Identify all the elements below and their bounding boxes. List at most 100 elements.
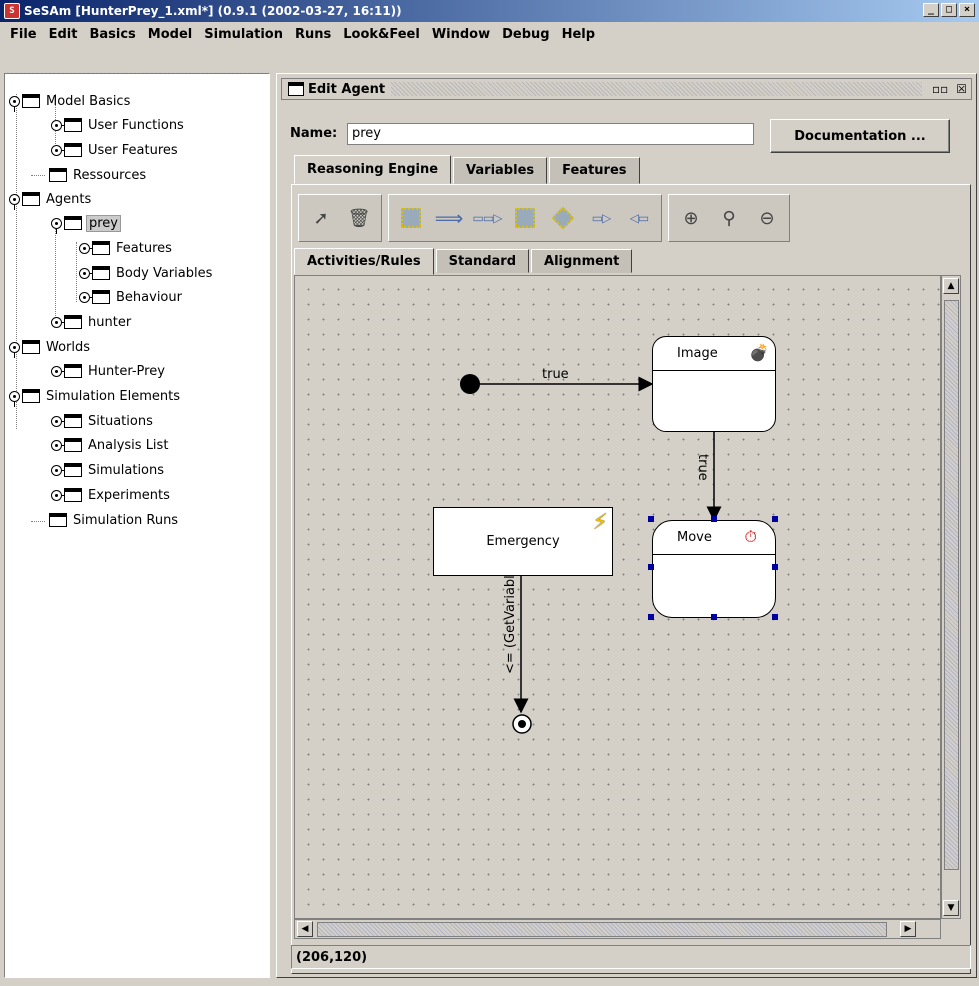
vertical-scroll-thumb[interactable] — [944, 300, 959, 870]
expand-knob-icon[interactable] — [51, 464, 67, 476]
expand-knob-icon[interactable] — [79, 291, 95, 303]
expand-knob-icon[interactable] — [79, 267, 95, 279]
add-chain-icon[interactable]: ▭▭▷ — [471, 200, 503, 236]
tree-item-situations[interactable]: Situations — [51, 410, 155, 432]
zoom-in-icon[interactable]: ⊕ — [675, 200, 707, 236]
clock-icon: ⏱ — [744, 527, 757, 546]
menu-basics[interactable]: Basics — [83, 25, 141, 44]
menu-edit[interactable]: Edit — [43, 25, 84, 44]
expand-knob-icon[interactable] — [79, 242, 95, 254]
add-receive-icon[interactable]: ◁▭ — [623, 200, 655, 236]
frame-title-bar[interactable]: Edit Agent ▫▫ ☒ — [281, 78, 972, 100]
expand-knob-icon[interactable] — [9, 95, 20, 112]
expand-knob-icon[interactable] — [51, 217, 62, 234]
selection-handle[interactable] — [772, 516, 778, 522]
tab-reasoning-engine[interactable]: Reasoning Engine — [294, 155, 452, 184]
menu-model[interactable]: Model — [142, 25, 198, 44]
menu-file[interactable]: File — [4, 25, 43, 44]
menu-look-and-feel[interactable]: Look&Feel — [337, 25, 426, 44]
expand-knob-icon[interactable] — [51, 144, 67, 156]
tree-item-simulation-runs[interactable]: Simulation Runs — [49, 509, 180, 531]
tree-item-prey[interactable]: prey — [51, 212, 122, 234]
maximize-button[interactable]: □ — [941, 3, 957, 17]
tree-item-behaviour[interactable]: Behaviour — [79, 286, 184, 308]
expand-knob-icon[interactable] — [9, 193, 20, 210]
zoom-out-icon[interactable]: ⊖ — [751, 200, 783, 236]
add-decision-icon[interactable] — [547, 200, 579, 236]
tree-item-hunter[interactable]: hunter — [51, 311, 133, 333]
tree-connector — [55, 220, 56, 320]
scroll-up-icon[interactable]: ▲ — [943, 278, 959, 294]
menu-window[interactable]: Window — [426, 25, 496, 44]
expand-knob-icon[interactable] — [51, 489, 67, 501]
tree-item-agents[interactable]: Agents — [9, 188, 93, 210]
pointer-tool-icon[interactable]: ➚ — [305, 200, 337, 236]
menu-runs[interactable]: Runs — [289, 25, 337, 44]
scroll-right-icon[interactable]: ▶ — [900, 921, 916, 937]
tab-variables[interactable]: Variables — [453, 157, 548, 184]
agent-name-field[interactable]: prey — [347, 123, 754, 145]
folder-icon — [92, 290, 110, 304]
expand-knob-icon[interactable] — [51, 439, 67, 451]
tree-item-model-basics[interactable]: Model Basics — [9, 90, 132, 112]
horizontal-scrollbar[interactable]: ◀ ▶ — [294, 919, 941, 939]
start-node[interactable] — [460, 374, 480, 394]
activity-emergency[interactable]: Emergency ⚡ — [433, 507, 613, 576]
tree-item-experiments[interactable]: Experiments — [51, 484, 172, 506]
state-image[interactable]: Image 💣 — [652, 336, 776, 432]
add-transition-icon[interactable]: ⟹ — [433, 200, 465, 236]
tab-standard[interactable]: Standard — [435, 249, 530, 273]
expand-knob-icon[interactable] — [9, 390, 20, 407]
scroll-left-icon[interactable]: ◀ — [297, 921, 313, 937]
edge-layer — [460, 374, 722, 734]
horizontal-scroll-thumb[interactable] — [317, 922, 887, 937]
trash-icon[interactable]: 🗑 — [343, 200, 375, 236]
tree-item-simulations[interactable]: Simulations — [51, 459, 166, 481]
selection-handle[interactable] — [772, 614, 778, 620]
expand-knob-icon[interactable] — [51, 119, 67, 131]
tab-alignment[interactable]: Alignment — [531, 249, 633, 273]
expand-knob-icon[interactable] — [9, 341, 20, 358]
window-title-bar: S SeSAm [HunterPrey_1.xml*] (0.9.1 (2002… — [0, 0, 979, 22]
menu-debug[interactable]: Debug — [496, 25, 555, 44]
restore-icon[interactable]: ▫▫ — [932, 82, 948, 96]
tree-item-simulation-elements[interactable]: Simulation Elements — [9, 385, 182, 407]
expand-knob-icon[interactable] — [51, 415, 67, 427]
selection-handle[interactable] — [711, 516, 717, 522]
close-frame-icon[interactable]: ☒ — [956, 82, 967, 96]
tree-item-label: Ressources — [73, 167, 147, 183]
expand-knob-icon[interactable] — [51, 365, 67, 377]
minimize-button[interactable]: _ — [923, 3, 939, 17]
documentation-button[interactable]: Documentation ... — [770, 119, 950, 153]
tree-item-body-variables[interactable]: Body Variables — [79, 262, 214, 284]
tree-item-worlds[interactable]: Worlds — [9, 336, 92, 358]
state-move[interactable]: Move ⏱ — [652, 520, 776, 618]
menu-help[interactable]: Help — [556, 25, 601, 44]
tree-item-hunter-prey[interactable]: Hunter-Prey — [51, 360, 167, 382]
selection-handle[interactable] — [711, 614, 717, 620]
add-send-icon[interactable]: ▭▷ — [585, 200, 617, 236]
tree-item-user-functions[interactable]: User Functions — [51, 114, 186, 136]
tree-item-user-features[interactable]: User Features — [51, 139, 180, 161]
expand-knob-icon[interactable] — [51, 316, 67, 328]
diagram-canvas[interactable]: true true <= (GetVariabl... Image 💣 Move… — [294, 275, 941, 919]
toolbar-group-zoom: ⊕ ⚲ ⊖ — [668, 194, 790, 242]
tab-features[interactable]: Features — [549, 157, 640, 184]
tree-item-label: prey — [86, 214, 122, 232]
zoom-reset-icon[interactable]: ⚲ — [713, 200, 745, 236]
tab-activities-rules[interactable]: Activities/Rules — [294, 248, 434, 275]
vertical-scrollbar[interactable]: ▲ ▼ — [941, 275, 961, 919]
tree-item-label: Hunter-Prey — [88, 363, 165, 379]
selection-handle[interactable] — [772, 564, 778, 570]
tree-item-features[interactable]: Features — [79, 237, 174, 259]
tree-item-analysis-list[interactable]: Analysis List — [51, 434, 170, 456]
selection-handle[interactable] — [648, 614, 654, 620]
add-state-icon[interactable] — [509, 200, 541, 236]
menu-simulation[interactable]: Simulation — [198, 25, 289, 44]
tree-item-ressources[interactable]: Ressources — [49, 164, 148, 186]
scroll-down-icon[interactable]: ▼ — [943, 900, 959, 916]
add-activity-icon[interactable] — [395, 200, 427, 236]
close-button[interactable]: × — [959, 3, 975, 17]
selection-handle[interactable] — [648, 516, 654, 522]
selection-handle[interactable] — [648, 564, 654, 570]
